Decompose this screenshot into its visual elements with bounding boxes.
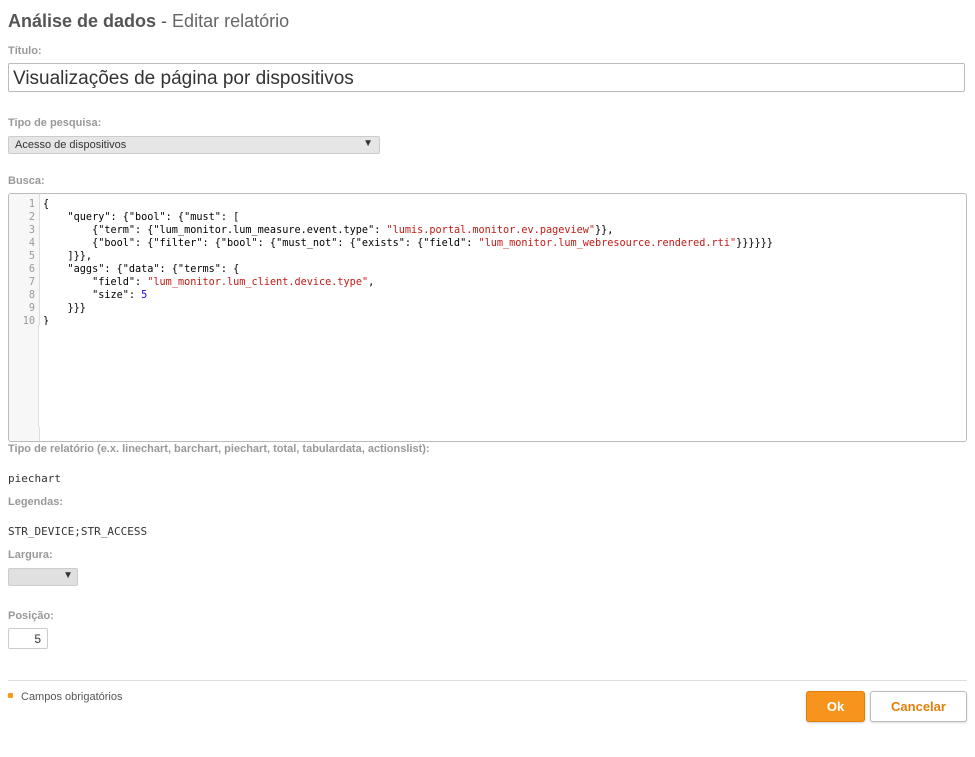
code-line: 8 "size": 5: [9, 289, 147, 302]
code-text: "size": 5: [43, 290, 148, 301]
code-text: }}}: [43, 303, 86, 314]
search-type-value: Acesso de dispositivos: [15, 139, 127, 151]
code-text: "field": "lum_monitor.lum_client.device.…: [43, 277, 375, 288]
width-select[interactable]: ▼: [8, 568, 78, 586]
line-number: 2: [28, 212, 35, 223]
page-title: Análise de dados - Editar relatório: [8, 11, 289, 32]
position-label: Posição:: [8, 610, 54, 622]
required-marker-icon: [8, 693, 13, 698]
query-editor[interactable]: 1{2 "query": {"bool": {"must": [3 {"term…: [8, 193, 967, 442]
legends-label: Legendas:: [8, 496, 64, 508]
line-number: 8: [28, 290, 35, 301]
code-text: {"term": {"lum_monitor.lum_measure.event…: [43, 225, 614, 236]
code-number: 5: [141, 290, 148, 301]
ok-button[interactable]: Ok: [806, 691, 865, 722]
search-type-select[interactable]: Acesso de dispositivos ▼: [8, 136, 380, 154]
report-type-label: Tipo de relatório (e.x. linechart, barch…: [8, 443, 430, 455]
code-string: "lum_monitor.lum_webresource.rendered.rt…: [478, 238, 737, 249]
code-line: 4 {"bool": {"filter": {"bool": {"must_no…: [9, 237, 773, 250]
code-string: "lum_monitor.lum_client.device.type": [147, 277, 369, 288]
code-line: 6 "aggs": {"data": {"terms": {: [9, 263, 239, 276]
app-name: Análise de dados: [8, 11, 157, 31]
code-line: 5 ]}},: [9, 250, 92, 263]
legends-value[interactable]: STR_DEVICE;STR_ACCESS: [8, 525, 147, 538]
line-number: 3: [28, 225, 35, 236]
code-string: "lumis.portal.monitor.ev.pageview": [386, 225, 596, 236]
report-type-value[interactable]: piechart: [8, 472, 61, 485]
line-number: 1: [28, 199, 35, 210]
code-text: {: [43, 199, 50, 210]
title-label: Título:: [8, 45, 42, 57]
cancel-button[interactable]: Cancelar: [870, 691, 967, 722]
required-fields-note: Campos obrigatórios: [21, 691, 123, 703]
code-line: 7 "field": "lum_monitor.lum_client.devic…: [9, 276, 374, 289]
line-number: 5: [28, 251, 35, 262]
editor-blank-area: [9, 325, 966, 427]
title-separator: -: [156, 11, 173, 31]
width-label: Largura:: [8, 549, 53, 561]
code-line: 3 {"term": {"lum_monitor.lum_measure.eve…: [9, 224, 614, 237]
code-line: 1{: [9, 198, 49, 211]
query-label: Busca:: [8, 175, 45, 187]
chevron-down-icon: ▼: [363, 138, 373, 149]
title-input[interactable]: Visualizações de página por dispositivos: [8, 63, 965, 92]
code-text: "aggs": {"data": {"terms": {: [43, 264, 240, 275]
code-text: "query": {"bool": {"must": [: [43, 212, 240, 223]
position-input[interactable]: 5: [8, 628, 48, 649]
code-line: 2 "query": {"bool": {"must": [: [9, 211, 239, 224]
line-number: 9: [28, 303, 35, 314]
search-type-label: Tipo de pesquisa:: [8, 117, 102, 129]
line-number: 7: [28, 277, 35, 288]
line-number: 4: [28, 238, 35, 249]
code-text: {"bool": {"filter": {"bool": {"must_not"…: [43, 238, 773, 249]
line-number: 6: [28, 264, 35, 275]
code-line: 9 }}}: [9, 302, 86, 315]
code-text: ]}},: [43, 251, 93, 262]
page-name: Editar relatório: [172, 11, 290, 31]
footer-divider: [8, 680, 967, 681]
chevron-down-icon: ▼: [63, 570, 73, 581]
